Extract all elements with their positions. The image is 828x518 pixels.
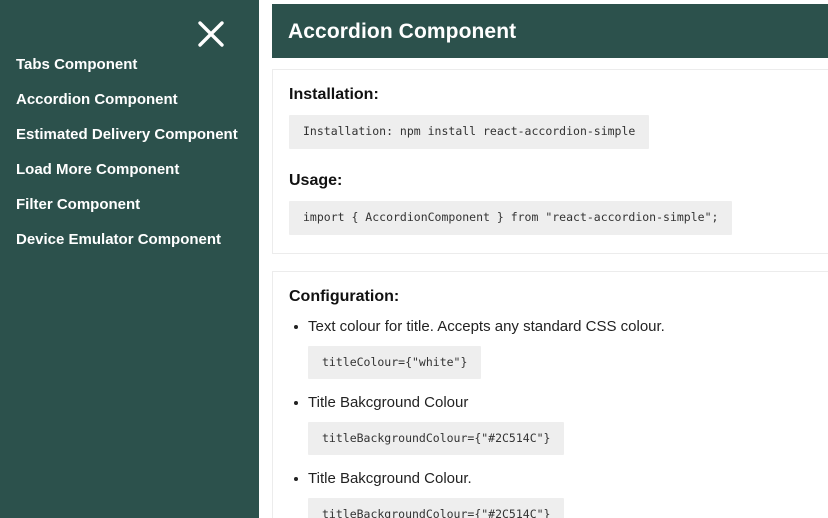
sidebar-item-filter-component[interactable]: Filter Component [0, 197, 259, 214]
sidebar-item-load-more-component[interactable]: Load More Component [0, 162, 259, 179]
configuration-option-list: Text colour for title. Accepts any stand… [289, 317, 828, 518]
usage-code-snippet: import { AccordionComponent } from "reac… [289, 201, 733, 235]
config-code-wrapper: titleBackgroundColour={"#2C514C"} [289, 421, 828, 456]
configuration-card: Configuration: Text colour for title. Ac… [272, 270, 828, 518]
installation-usage-card: Installation: Installation: npm install … [272, 69, 828, 254]
sidebar-item-tabs-component[interactable]: Tabs Component [0, 57, 259, 74]
sidebar-item-estimated-delivery-component[interactable]: Estimated Delivery Component [0, 127, 259, 144]
sidebar-item-accordion-component[interactable]: Accordion Component [0, 92, 259, 109]
sidebar-item-device-emulator-component[interactable]: Device Emulator Component [0, 232, 259, 249]
config-option-title-background-colour-2: Title Bakcground Colour. titleBackground… [289, 469, 828, 518]
config-code-wrapper: titleBackgroundColour={"#2C514C"} [289, 497, 828, 518]
config-option-title-colour: Text colour for title. Accepts any stand… [289, 317, 828, 380]
page-title: Accordion Component [288, 19, 517, 43]
installation-code-snippet: Installation: npm install react-accordio… [289, 115, 650, 149]
config-code-wrapper: titleColour={"white"} [289, 345, 828, 380]
close-x-icon [196, 19, 226, 49]
config-option-title-background-colour: Title Bakcground Colour titleBackgroundC… [289, 393, 828, 456]
config-option-description: Title Bakcground Colour. [289, 469, 828, 489]
page-header-bar: Accordion Component [272, 4, 828, 58]
sidebar-nav-panel: Tabs Component Accordion Component Estim… [0, 0, 259, 518]
usage-heading: Usage: [289, 171, 343, 189]
config-option-description: Text colour for title. Accepts any stand… [289, 317, 828, 337]
config-option-description: Title Bakcground Colour [289, 393, 828, 413]
sidebar-component-list: Tabs Component Accordion Component Estim… [0, 57, 259, 267]
config-option-code-snippet: titleBackgroundColour={"#2C514C"} [308, 421, 565, 456]
config-option-code-snippet: titleColour={"white"} [308, 345, 482, 380]
main-content-area: Accordion Component Installation: Instal… [259, 0, 828, 518]
app-root: Tabs Component Accordion Component Estim… [0, 0, 828, 518]
installation-heading: Installation: [289, 86, 379, 103]
config-option-code-snippet: titleBackgroundColour={"#2C514C"} [308, 497, 565, 518]
configuration-heading: Configuration: [289, 287, 400, 305]
close-menu-button[interactable] [189, 12, 233, 56]
